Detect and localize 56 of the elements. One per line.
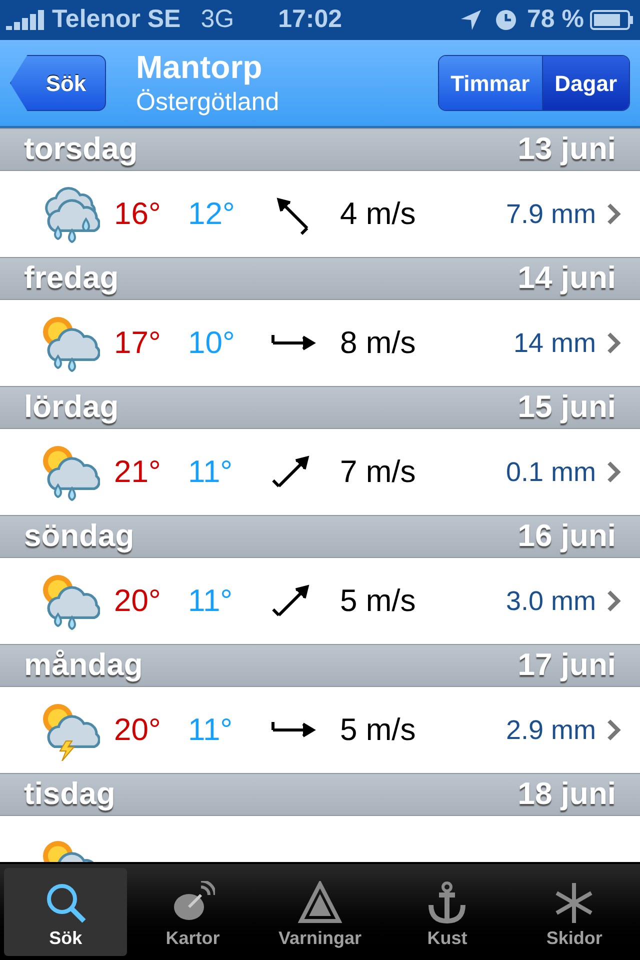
- clock-icon: [495, 9, 518, 31]
- low-temperature: 12°: [188, 194, 236, 233]
- high-temperature: 17°: [114, 324, 162, 362]
- tab-bar-item[interactable]: Sök: [4, 868, 128, 956]
- day-date: 14 juni: [518, 259, 616, 298]
- chevron-icon: [606, 718, 622, 742]
- high-temperature: 16°: [114, 194, 162, 233]
- location-region: Östergötland: [136, 87, 280, 118]
- tab-bar-item[interactable]: Kartor: [131, 868, 254, 956]
- low-temperature: 11°: [188, 452, 234, 491]
- day-name: söndag: [24, 517, 134, 556]
- high-temperature: 20°: [114, 710, 162, 749]
- precipitation: 14 mm: [512, 326, 596, 360]
- day-name: torsdag: [24, 130, 138, 168]
- tab-bar-item[interactable]: Kust: [386, 868, 509, 956]
- carrier: Telenor SE: [52, 4, 181, 36]
- low-temperature: 11°: [188, 582, 234, 620]
- clock: 17:02: [278, 4, 342, 36]
- chevron-icon: [606, 202, 622, 226]
- day-date: 16 juni: [518, 517, 616, 556]
- day-date: 15 juni: [518, 388, 616, 426]
- chevron-icon: [606, 460, 622, 484]
- precipitation: 0.1 mm: [504, 456, 596, 489]
- wind-speed: 5 m/s: [340, 582, 417, 620]
- segment-tab[interactable]: Timmar: [438, 56, 542, 110]
- warning-icon: [298, 881, 342, 925]
- wind-speed: 4 m/s: [340, 194, 417, 233]
- segment-tab[interactable]: Dagar: [542, 56, 629, 110]
- network: 3G: [200, 4, 234, 36]
- location-title: Mantorp: [136, 48, 264, 88]
- day-name: tisdag: [24, 775, 116, 814]
- wind-speed: 8 m/s: [340, 324, 417, 362]
- low-temperature: 10°: [188, 324, 236, 362]
- wind-speed: 5 m/s: [340, 710, 417, 749]
- high-temperature: 20°: [114, 582, 162, 620]
- back-button[interactable]: Sök: [10, 55, 106, 111]
- precipitation: 7.9 mm: [504, 198, 596, 231]
- battery-icon: [590, 9, 634, 31]
- tab-bar-item[interactable]: Varningar: [258, 868, 382, 956]
- tab-bar-item[interactable]: Skidor: [512, 868, 636, 956]
- day-name: måndag: [24, 646, 143, 684]
- battery-percent: 78 %: [527, 4, 584, 36]
- low-temperature: 11°: [188, 710, 234, 749]
- precipitation: 2.9 mm: [504, 714, 596, 747]
- wind-speed: 7 m/s: [340, 452, 417, 491]
- precipitation: 3.0 mm: [504, 584, 596, 618]
- day-date: 18 juni: [518, 775, 616, 814]
- chevron-icon: [606, 589, 622, 613]
- day-name: lördag: [24, 388, 119, 426]
- chevron-icon: [606, 331, 622, 355]
- high-temperature: 21°: [114, 452, 162, 491]
- signal-icon: [6, 10, 46, 30]
- day-date: 13 juni: [518, 130, 616, 168]
- location-icon: [459, 8, 484, 32]
- day-date: 17 juni: [518, 646, 616, 684]
- day-name: fredag: [24, 259, 119, 298]
